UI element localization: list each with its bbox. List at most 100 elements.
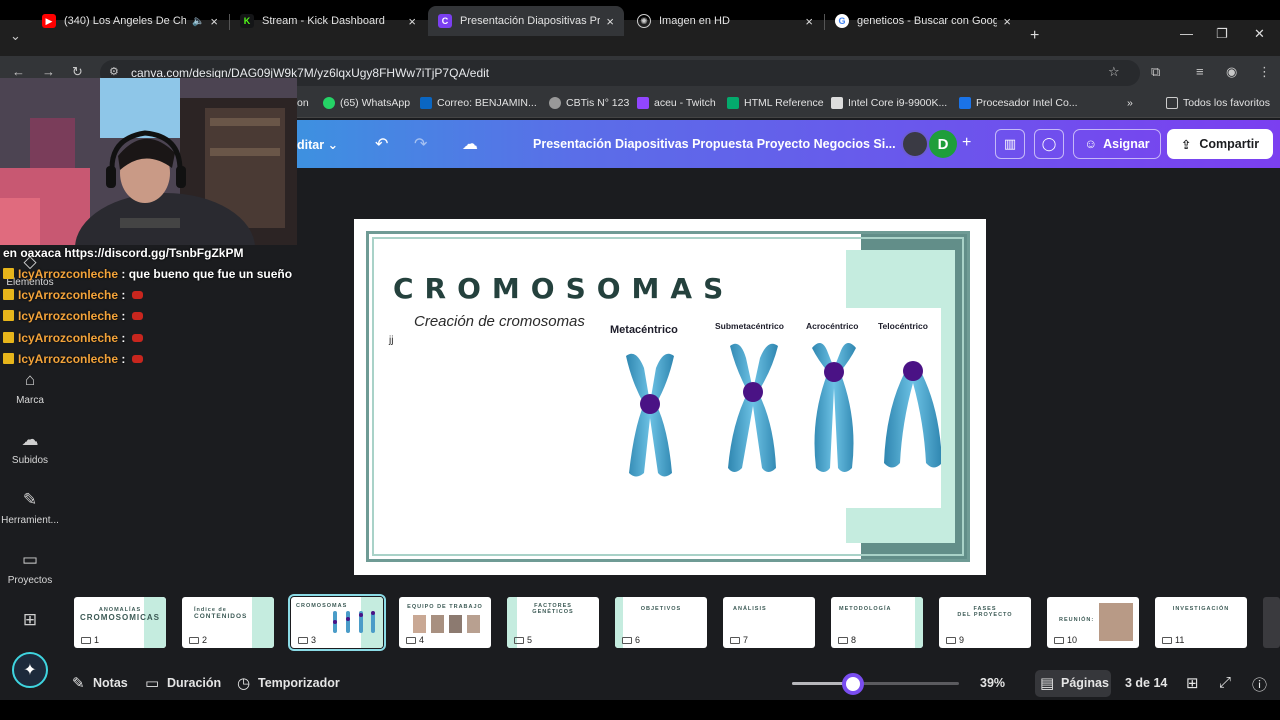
tab-search-chevron-icon[interactable]: ⌄ <box>10 28 21 44</box>
close-tab-icon[interactable]: × <box>408 14 416 29</box>
forward-icon[interactable]: → <box>42 64 55 79</box>
undo-icon[interactable]: ↶ <box>375 134 388 154</box>
chat-message: en oaxaca https://discord.gg/TsnbFgZkPM <box>3 246 244 260</box>
browser-tab-google[interactable]: G geneticos - Buscar con Google × <box>825 6 1021 36</box>
slide-canvas[interactable]: CROMOSOMAS Creación de cromosomas jj Met… <box>354 219 986 575</box>
grid-view-icon[interactable]: ⊞ <box>1186 674 1199 692</box>
bookmark-twitch[interactable]: aceu - Twitch <box>637 97 716 109</box>
notes-indicator-icon <box>81 636 91 644</box>
browser-tab-youtube[interactable]: ▶ (340) Los Angeles De Charly 🔈 × <box>32 6 228 36</box>
sidebar-item-tools[interactable]: ✎ Herramient... <box>0 490 60 526</box>
share-button[interactable]: ⇪ Compartir <box>1167 129 1273 159</box>
timer-button[interactable]: Temporizador <box>258 676 340 690</box>
page-thumbnail[interactable]: ANOMALÍAS CROMOSOMICAS 1 <box>74 597 166 648</box>
close-tab-icon[interactable]: × <box>606 14 614 29</box>
add-collaborator-icon[interactable]: + <box>962 134 971 152</box>
duration-button[interactable]: Duración <box>167 676 221 690</box>
duration-icon[interactable]: ▭ <box>145 674 159 692</box>
canva-icon: C <box>438 14 452 28</box>
page-thumbnail[interactable]: FASES DEL PROYECTO 9 <box>939 597 1031 648</box>
upload-icon: ☁ <box>21 430 39 449</box>
page-thumbnail[interactable]: Índice de CONTENIDOS 2 <box>182 597 274 648</box>
close-tab-icon[interactable]: × <box>805 14 813 29</box>
bookmark-cbtis[interactable]: CBTis N° 123 <box>549 97 629 109</box>
sub-badge-icon <box>3 289 14 300</box>
page-thumbnail[interactable]: INVESTIGACIÓN 11 <box>1155 597 1247 648</box>
comments-button[interactable]: ◯ <box>1034 129 1064 159</box>
media-controls-icon[interactable]: ≡ <box>1196 64 1204 79</box>
zoom-slider-handle[interactable] <box>842 673 864 695</box>
back-icon[interactable]: ← <box>12 64 25 79</box>
metacentric-chromosome <box>626 353 674 477</box>
site-info-icon[interactable]: ⚙ <box>109 65 119 78</box>
slide-text-note[interactable]: jj <box>389 335 393 346</box>
outlook-icon <box>420 97 432 109</box>
label-telocentric[interactable]: Telocéntrico <box>878 321 928 331</box>
insights-button[interactable]: ▥ <box>995 129 1025 159</box>
notes-icon[interactable]: ✎ <box>72 674 85 692</box>
sidebar-item-uploads[interactable]: ☁ Subidos <box>0 430 60 466</box>
browser-tab-kick[interactable]: K Stream - Kick Dashboard × <box>230 6 426 36</box>
page-thumbnail[interactable]: ANÁLISIS 7 <box>723 597 815 648</box>
slide-subtitle[interactable]: Creación de cromosomas <box>414 313 585 330</box>
kick-icon: K <box>240 14 254 28</box>
acrocentric-chromosome <box>812 343 856 472</box>
label-submetacentric[interactable]: Submetacéntrico <box>715 321 784 331</box>
page-thumbnail[interactable]: REUNIÓN: 10 <box>1047 597 1139 648</box>
browser-tab-canva[interactable]: C Presentación Diapositivas Propu × <box>428 6 624 36</box>
profile-icon[interactable]: ◉ <box>1226 64 1237 80</box>
thumb-chromosomes <box>333 611 375 633</box>
slide-title[interactable]: CROMOSOMAS <box>393 272 734 305</box>
help-icon[interactable]: ⓘ <box>1252 674 1267 695</box>
bookmark-correo[interactable]: Correo: BENJAMIN... <box>420 97 537 109</box>
redo-icon[interactable]: ↷ <box>414 134 427 154</box>
user-avatar[interactable]: D <box>929 130 957 158</box>
sidebar-item-projects[interactable]: ▭ Proyectos <box>0 550 60 586</box>
bookmark-item[interactable]: on <box>297 97 309 109</box>
minimize-icon[interactable]: — <box>1180 26 1193 41</box>
bar-chart-icon: ▥ <box>1003 136 1017 151</box>
page-thumbnail[interactable]: EQUIPO DE TRABAJO 4 <box>399 597 491 648</box>
tab-title: Imagen en HD <box>659 15 730 27</box>
page-thumbnail-selected[interactable]: CROMOSOMAS 3 <box>288 594 386 651</box>
close-window-icon[interactable]: ✕ <box>1254 26 1265 42</box>
bookmark-intel[interactable]: Procesador Intel Co... <box>959 97 1078 109</box>
collaborator-avatar[interactable] <box>901 130 929 158</box>
notes-button[interactable]: Notas <box>93 676 128 690</box>
timer-icon[interactable]: ◷ <box>237 674 250 692</box>
page-thumbnail[interactable]: FACTORES GENÉTICOS 5 <box>507 597 599 648</box>
all-bookmarks[interactable]: Todos los favoritos <box>1166 97 1270 109</box>
close-tab-icon[interactable]: × <box>210 14 218 29</box>
assign-button[interactable]: ☺ Asignar <box>1073 129 1161 159</box>
new-tab-icon[interactable]: + <box>1030 27 1039 45</box>
edit-menu[interactable]: ditar ⌄ <box>297 137 338 152</box>
fullscreen-icon[interactable]: ⤢ <box>1219 674 1231 691</box>
speaker-icon[interactable]: 🔈 <box>192 16 204 27</box>
bookmark-star-icon[interactable]: ☆ <box>1108 64 1120 80</box>
bookmark-amazon[interactable]: Intel Core i9-9900K... <box>831 97 947 109</box>
page-thumbnail[interactable]: METODOLOGÍA 8 <box>831 597 923 648</box>
extensions-icon[interactable]: ⧉ <box>1151 64 1160 80</box>
browser-tab-openai[interactable]: ✺ Imagen en HD × <box>627 6 823 36</box>
restore-icon[interactable]: ❐ <box>1216 26 1228 42</box>
close-tab-icon[interactable]: × <box>1003 14 1011 29</box>
chromosome-image[interactable] <box>596 308 942 508</box>
share-icon: ⇪ <box>1180 137 1192 152</box>
cloud-saved-icon[interactable]: ☁ <box>462 134 478 154</box>
zoom-slider[interactable] <box>792 682 959 685</box>
bookmark-whatsapp[interactable]: (65) WhatsApp <box>323 97 410 109</box>
zoom-level[interactable]: 39% <box>980 676 1005 690</box>
menu-icon[interactable]: ⋮ <box>1258 64 1271 80</box>
sidebar-item-apps[interactable]: ⊞ <box>0 610 60 635</box>
document-title[interactable]: Presentación Diapositivas Propuesta Proy… <box>533 137 896 151</box>
bookmark-html-reference[interactable]: HTML Reference <box>727 97 824 109</box>
page-thumbnail-partial[interactable] <box>1263 597 1280 648</box>
telocentric-chromosome <box>884 361 942 468</box>
label-metacentric[interactable]: Metacéntrico <box>610 324 678 336</box>
sidebar-item-brand[interactable]: ⌂ Marca <box>0 370 60 406</box>
brand-icon: ⌂ <box>24 370 36 389</box>
label-acrocentric[interactable]: Acrocéntrico <box>806 321 858 331</box>
magic-ai-button[interactable]: ✦ <box>12 652 48 688</box>
page-thumbnail[interactable]: OBJETIVOS 6 <box>615 597 707 648</box>
more-bookmarks-icon[interactable]: » <box>1127 97 1133 109</box>
